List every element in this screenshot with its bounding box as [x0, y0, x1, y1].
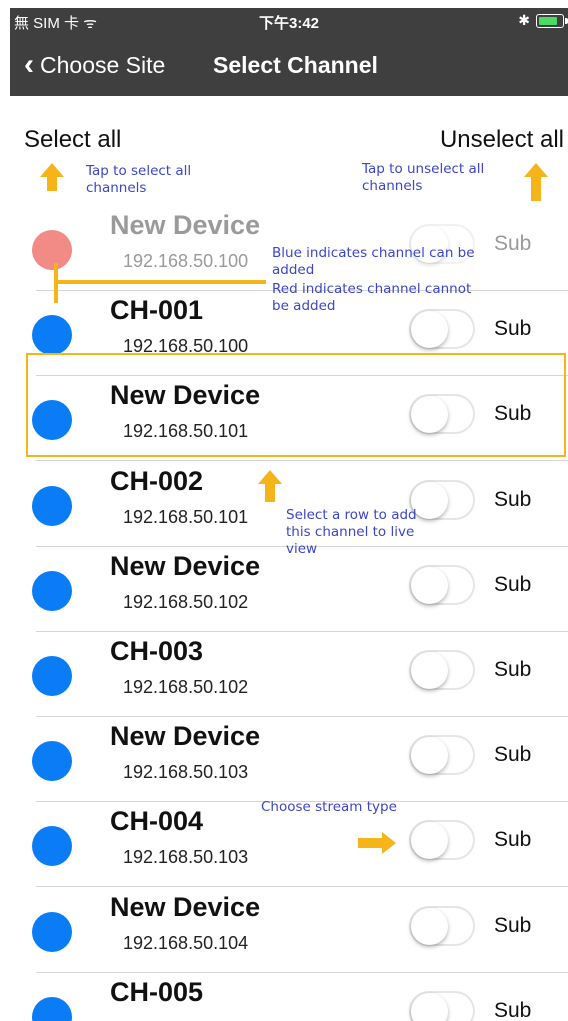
status-dot [32, 741, 72, 782]
unselect-all-button[interactable]: Unselect all [440, 126, 564, 154]
color-hint-arrow-vertical [54, 263, 58, 303]
toggle-knob [411, 907, 448, 945]
stream-type-label[interactable]: Sub [494, 317, 531, 341]
stream-type-label[interactable]: Sub [494, 573, 531, 597]
channel-name: CH-004 [110, 806, 204, 837]
channel-row[interactable]: New Device 192.168.50.104 Sub [10, 888, 568, 973]
channel-ip: 192.168.50.103 [123, 847, 249, 868]
page-title: Select Channel [213, 52, 378, 78]
status-dot [32, 315, 72, 356]
stream-toggle[interactable] [409, 990, 475, 1021]
status-dot [32, 656, 72, 696]
channel-name: New Device [110, 210, 261, 240]
unselect-all-arrow-stem [531, 177, 541, 201]
channel-name: CH-005 [110, 976, 204, 1007]
stream-type-label[interactable]: Sub [494, 658, 531, 682]
bluetooth-icon: ✱ [518, 12, 530, 28]
stream-toggle[interactable] [409, 820, 475, 861]
channel-row[interactable]: CH-003 192.168.50.102 Sub [10, 632, 568, 717]
status-bar: 無 SIM 卡 ᯤ 下午3:42 ✱ [10, 8, 568, 34]
row-hint-arrow-icon [258, 470, 282, 484]
stream-type-label[interactable]: Sub [494, 999, 531, 1021]
status-dot [32, 826, 72, 867]
color-hint-arrow-line [58, 280, 266, 284]
select-all-button[interactable]: Select all [24, 126, 121, 154]
channel-ip: 192.168.50.101 [123, 506, 249, 527]
stream-toggle[interactable] [409, 650, 475, 690]
channel-row[interactable]: CH-005192.168.50.104Sub [10, 973, 568, 1021]
color-hint-red: Red indicates channel cannot be added [272, 281, 472, 314]
channel-name: New Device [110, 721, 261, 752]
select-all-hint: Tap to select all channels [86, 163, 192, 196]
stream-type-label[interactable]: Sub [494, 914, 531, 938]
select-all-arrow-stem [47, 177, 57, 191]
chevron-left-icon: ‹ [24, 48, 34, 81]
channel-name: CH-003 [110, 636, 204, 666]
stream-type-label[interactable]: Sub [494, 232, 531, 256]
row-hint-arrow-stem [265, 484, 275, 502]
status-dot [32, 570, 72, 611]
back-label: Choose Site [40, 51, 166, 78]
channel-name: CH-002 [110, 465, 204, 496]
toggle-knob [411, 992, 448, 1021]
stream-type-label[interactable]: Sub [494, 488, 531, 512]
toggle-knob [411, 311, 448, 349]
status-dot [32, 996, 72, 1021]
battery-icon [536, 13, 568, 28]
stream-toggle[interactable] [409, 735, 475, 776]
channel-ip: 192.168.50.103 [123, 762, 249, 783]
status-time: 下午3:42 [258, 15, 320, 32]
channel-ip: 192.168.50.104 [123, 932, 249, 953]
select-all-arrow-icon [40, 163, 64, 177]
toggle-knob [411, 822, 448, 860]
status-dot [32, 485, 72, 526]
toggle-knob [411, 566, 448, 604]
channel-name: New Device [110, 550, 261, 581]
stream-type-label[interactable]: Sub [494, 743, 531, 767]
stream-hint: Choose stream type [261, 799, 397, 815]
phone-screen: 無 SIM 卡 ᯤ 下午3:42 ✱ ‹ Choose Site Select … [10, 8, 568, 1021]
channel-ip: 192.168.50.102 [123, 677, 249, 697]
toggle-knob [411, 652, 448, 689]
channel-row[interactable]: New Device 192.168.50.102 Sub [10, 547, 568, 632]
row-hint: Select a row to add this channel to live… [286, 507, 417, 557]
stream-hint-arrow-stem [358, 838, 382, 848]
channel-ip: 192.168.50.102 [123, 591, 249, 612]
navigation-bar: ‹ Choose Site Select Channel [10, 48, 568, 90]
toggle-knob [411, 737, 448, 775]
channel-name: New Device [110, 891, 261, 922]
color-hint-blue: Blue indicates channel can be added [272, 245, 475, 278]
stream-hint-arrow-icon [382, 832, 396, 854]
channel-row[interactable]: New Device 192.168.50.103 Sub [10, 717, 568, 803]
status-right: ✱ [518, 12, 568, 29]
unselect-all-hint: Tap to unselect all channels [362, 161, 485, 194]
unselect-all-arrow-icon [524, 163, 548, 177]
back-button[interactable]: ‹ Choose Site [24, 50, 165, 80]
stream-toggle[interactable] [409, 309, 475, 350]
channel-name: CH-001 [110, 295, 204, 326]
stream-toggle[interactable] [409, 564, 475, 605]
channel-ip: 192.168.50.100 [123, 251, 249, 271]
stream-toggle[interactable] [409, 905, 475, 946]
status-dot [32, 230, 72, 270]
stream-type-label[interactable]: Sub [494, 828, 531, 852]
top-bar: 無 SIM 卡 ᯤ 下午3:42 ✱ ‹ Choose Site Select … [10, 8, 568, 96]
status-dot [32, 911, 72, 952]
row-highlight-box [26, 353, 566, 457]
